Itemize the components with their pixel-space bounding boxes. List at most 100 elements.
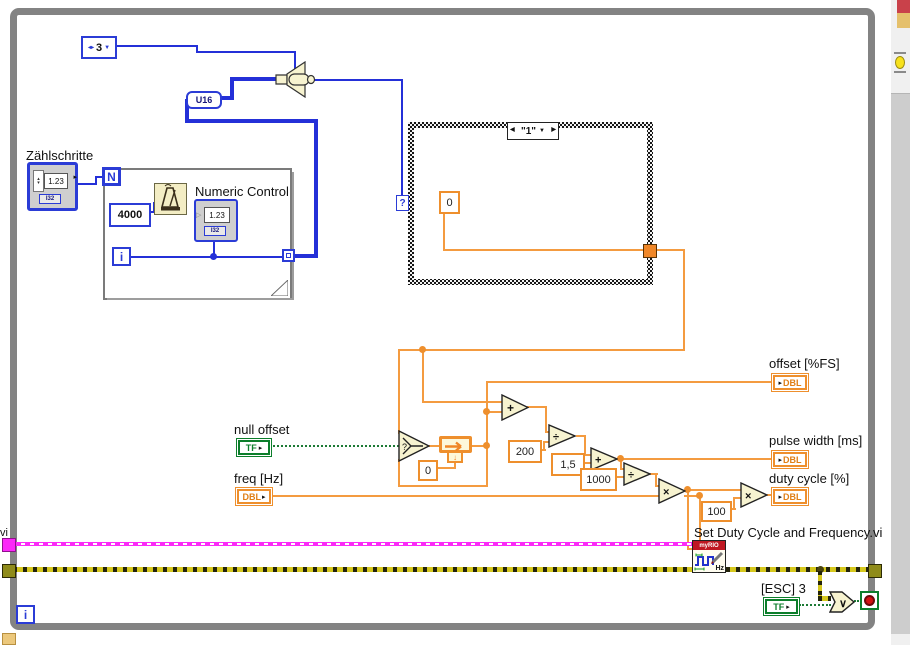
for-loop-shadow-right xyxy=(292,172,294,298)
select-node[interactable]: ? xyxy=(398,430,430,462)
zahlschritte-label: Zählschritte xyxy=(26,148,94,163)
constant-100[interactable]: 100 xyxy=(701,501,732,522)
dbl-text: DBL xyxy=(783,491,802,502)
spin-down-icon[interactable]: ▾ xyxy=(37,181,40,186)
wire-error-branch-v xyxy=(818,571,822,599)
wire-error-left xyxy=(13,567,694,572)
freq-control[interactable]: DBL ▸ xyxy=(235,487,273,506)
output-arrow-icon: ▸ xyxy=(258,444,263,452)
funnel-node[interactable] xyxy=(274,61,316,98)
multiply-node-1[interactable]: × xyxy=(658,478,686,504)
enum-dropdown-icon[interactable]: ▼ xyxy=(104,45,110,51)
offset-label: offset [%FS] xyxy=(769,356,840,371)
duty-cycle-indicator[interactable]: ▸ DBL xyxy=(771,487,809,506)
wait-ms-constant[interactable]: 4000 xyxy=(109,203,151,227)
initializer-arrow-icon: ↓ xyxy=(453,452,457,462)
subvi-icon[interactable]: myRIO Hz xyxy=(692,540,726,573)
divide-glyph: ÷ xyxy=(628,470,634,482)
case-next-icon[interactable]: ▶ xyxy=(551,126,556,133)
input-arrow-icon: ▸ xyxy=(778,379,782,387)
wire-add1-v xyxy=(422,349,424,403)
wire-funnel-out-h xyxy=(311,79,403,81)
case-selector-terminal[interactable]: ? xyxy=(396,195,409,211)
for-loop-dogear xyxy=(271,280,288,296)
numeric-control-type: I32 xyxy=(204,226,226,236)
wire-enum-h xyxy=(113,45,198,47)
feedback-init-constant[interactable]: 0 xyxy=(418,460,438,481)
loop-condition-terminal[interactable] xyxy=(860,591,879,610)
case-dropdown-icon[interactable]: ▼ xyxy=(539,128,545,134)
constant-100-value: 100 xyxy=(707,505,726,518)
junction-feedback-add xyxy=(483,408,490,415)
clipped-icon-line-bottom xyxy=(894,71,906,73)
block-diagram-canvas[interactable]: ◀ "1" ▼ ▶ ◂▸ 3 ▼ U16 Zählschritte ▴ ▾ 1.… xyxy=(0,0,910,645)
clipped-label-fragment: vi xyxy=(0,527,8,539)
enum-constant[interactable]: ◂▸ 3 ▼ xyxy=(81,36,117,59)
wire-case0-h xyxy=(443,249,645,251)
zahlschritte-control[interactable]: ▴ ▾ 1.23 I32 ▸ xyxy=(27,162,78,211)
case-constant-0[interactable]: 0 xyxy=(439,191,460,214)
wire-init0-v xyxy=(454,462,456,469)
tf-text: TF xyxy=(245,442,257,453)
or-node[interactable]: ∨ xyxy=(829,591,855,613)
dbl-text: DBL xyxy=(242,491,261,502)
count-label: N xyxy=(107,169,116,184)
numeric-control-indicator[interactable]: ▷ 1.23 I32 xyxy=(194,199,238,242)
junction-feedback-out xyxy=(483,442,490,449)
wire-nulloffset xyxy=(269,445,399,447)
divide-node-1[interactable]: ÷ xyxy=(548,424,576,448)
case-selector-label[interactable]: ◀ "1" ▼ ▶ xyxy=(507,122,559,140)
output-arrow-icon: ▸ xyxy=(73,174,77,181)
wire-feedback-v xyxy=(486,381,488,486)
feedback-initializer[interactable]: ↓ xyxy=(447,451,463,463)
numeric-control-display[interactable]: 1.23 xyxy=(204,207,230,223)
wire-main-h xyxy=(398,349,685,351)
divide-node-2[interactable]: ÷ xyxy=(623,462,651,486)
constant-200-value: 200 xyxy=(515,445,535,458)
esc-label: [ESC] 3 xyxy=(761,581,806,596)
enum-arrows-icon[interactable]: ◂▸ xyxy=(88,44,94,51)
u16-conversion-node[interactable]: U16 xyxy=(186,91,222,109)
null-offset-control[interactable]: TF ▸ xyxy=(236,438,272,457)
output-arrow-icon: ▸ xyxy=(786,603,790,611)
multiply-node-2[interactable]: × xyxy=(740,482,768,508)
lightbulb-icon[interactable] xyxy=(895,56,905,69)
vertical-scrollbar-thumb[interactable] xyxy=(891,93,910,634)
constant-200[interactable]: 200 xyxy=(508,440,542,463)
null-offset-label: null offset xyxy=(234,422,290,437)
input-arrow-icon: ▸ xyxy=(778,456,782,464)
case-prev-icon[interactable]: ◀ xyxy=(510,126,515,133)
zahlschritte-display[interactable]: 1.23 xyxy=(44,173,68,189)
pulse-width-label: pulse width [ms] xyxy=(769,433,863,448)
iterator-label: i xyxy=(23,607,28,622)
case-output-tunnel[interactable] xyxy=(643,244,657,258)
constant-1-5-value: 1,5 xyxy=(560,458,576,471)
error-input-tunnel[interactable] xyxy=(2,564,16,578)
subvi-label: Set Duty Cycle and Frequency.vi xyxy=(694,525,883,540)
for-loop-index-tunnel[interactable] xyxy=(282,249,295,262)
divide-glyph: ÷ xyxy=(553,432,559,444)
tf-text: TF xyxy=(773,601,785,612)
zahlschritte-type: I32 xyxy=(39,194,61,204)
wire-u16-funnel-h xyxy=(230,77,280,81)
esc-control[interactable]: TF ▸ xyxy=(763,597,800,616)
constant-1000[interactable]: 1000 xyxy=(580,468,617,491)
offset-indicator[interactable]: ▸ DBL xyxy=(771,373,809,392)
multiply-glyph: × xyxy=(745,491,751,503)
for-loop-count-terminal[interactable]: N xyxy=(102,167,121,186)
wire-array-h2 xyxy=(185,119,318,123)
while-loop-iteration-terminal[interactable]: i xyxy=(16,605,35,624)
multiply-glyph: × xyxy=(663,487,669,499)
wire-error-right xyxy=(726,567,876,572)
cluster-input-tunnel[interactable] xyxy=(2,538,16,552)
clipped-toolbar-icon-red xyxy=(897,0,910,13)
for-loop-iteration-terminal[interactable]: i xyxy=(112,247,131,266)
pulse-width-indicator[interactable]: ▸ DBL xyxy=(771,450,809,469)
add-node-1[interactable]: + xyxy=(501,394,529,421)
wait-ms-metronome-icon[interactable] xyxy=(154,183,187,215)
myrio-banner: myRIO xyxy=(699,542,719,549)
wire-freq-h xyxy=(271,495,662,497)
error-output-tunnel[interactable] xyxy=(868,564,882,578)
clipped-icon-fragment xyxy=(2,633,16,645)
junction-iterator xyxy=(210,253,217,260)
